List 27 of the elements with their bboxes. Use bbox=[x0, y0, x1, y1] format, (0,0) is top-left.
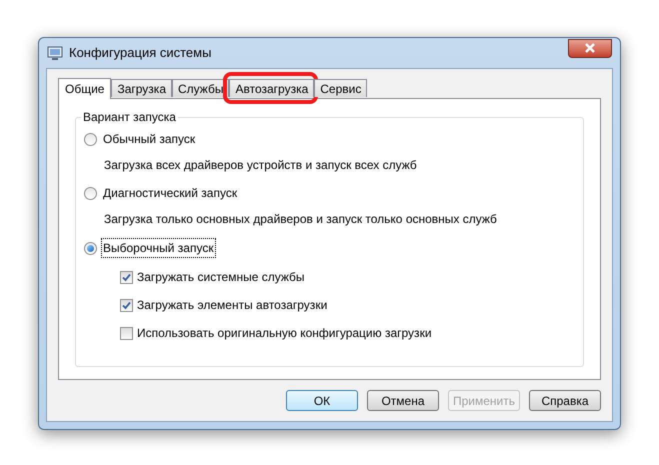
tab[interactable]: Автозагрузка bbox=[229, 79, 314, 97]
option-description: Загрузка только основных драйверов и запуск только основных служб bbox=[103, 211, 498, 228]
group-title: Вариант запуска bbox=[81, 110, 178, 124]
checkbox-label[interactable]: Использовать оригинальную конфигурацию загрузки bbox=[137, 324, 432, 342]
checkbox-label[interactable]: Загружать системные службы bbox=[137, 268, 305, 286]
checkbox[interactable] bbox=[120, 326, 133, 340]
radio-label[interactable]: Выборочный запуск bbox=[101, 238, 216, 258]
radio-button[interactable] bbox=[84, 242, 97, 254]
dialog-button[interactable]: Отмена bbox=[367, 390, 439, 411]
radio-button[interactable] bbox=[84, 186, 97, 200]
close-button[interactable] bbox=[568, 38, 612, 58]
dialog-button[interactable]: ОК bbox=[286, 390, 358, 411]
close-icon bbox=[584, 43, 596, 53]
checkbox[interactable] bbox=[120, 298, 133, 312]
radio-button[interactable] bbox=[84, 132, 97, 146]
tab[interactable]: Общие bbox=[58, 78, 112, 99]
checkbox[interactable] bbox=[120, 270, 133, 284]
radio-label[interactable]: Обычный запуск bbox=[101, 130, 198, 148]
dialog-button[interactable]: Справка bbox=[529, 390, 601, 411]
tab[interactable]: Сервис bbox=[314, 79, 368, 97]
checkbox-label[interactable]: Загружать элементы автозагрузки bbox=[137, 296, 328, 314]
monitor-icon bbox=[47, 45, 63, 61]
option-description: Загрузка всех драйверов устройств и запуск всех служб bbox=[103, 157, 418, 174]
tab[interactable]: Загрузка bbox=[111, 79, 172, 97]
window-title: Конфигурация системы bbox=[69, 44, 212, 62]
tab[interactable]: Службы bbox=[172, 79, 230, 97]
radio-label[interactable]: Диагностический запуск bbox=[101, 184, 240, 202]
